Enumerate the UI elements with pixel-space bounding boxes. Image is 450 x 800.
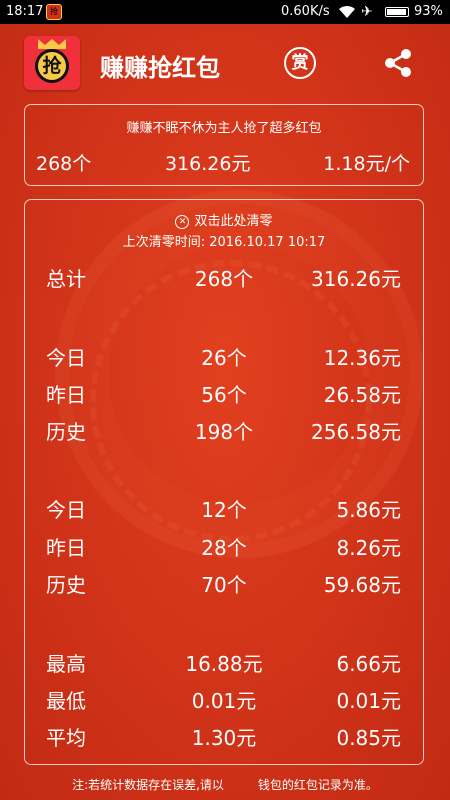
stats-row: 最高 16.88元 6.66元: [25, 648, 423, 678]
battery-icon: [385, 7, 409, 17]
airplane-mode-icon: ✈: [361, 4, 373, 20]
stats-row: 今日 12个 5.86元: [25, 494, 423, 524]
row-amount: 256.58元: [311, 420, 401, 444]
crown-icon: [38, 39, 66, 49]
row-amount: 26.58元: [323, 383, 401, 407]
grab-coin-icon: 抢: [35, 49, 69, 83]
footnote-after: 钱包的红包记录为准。: [257, 778, 378, 792]
close-circle-icon: ✕: [175, 214, 190, 229]
last-clear-value: 2016.10.17 10:17: [209, 235, 326, 250]
last-clear-time: 上次清零时间: 2016.10.17 10:17: [25, 231, 423, 250]
row-count: 26个: [201, 346, 247, 370]
row-value: 16.88元: [185, 652, 263, 676]
summary-amount: 316.26元: [165, 153, 251, 175]
app-logo: 抢: [24, 36, 80, 90]
row-label: 历史: [46, 420, 86, 444]
row-amount: 8.26元: [336, 536, 401, 560]
row-label: 历史: [46, 573, 86, 597]
network-speed: 0.60K/s: [281, 4, 330, 19]
app-bar: 抢 赚赚抢红包 赏: [0, 24, 450, 102]
stats-row: 昨日 56个 26.58元: [25, 379, 423, 409]
summary-count: 268个: [36, 153, 92, 175]
reward-button[interactable]: 赏: [284, 47, 316, 79]
row-amount: 5.86元: [336, 498, 401, 522]
row-value: 6.66元: [336, 652, 401, 676]
summary-caption: 赚赚不眠不休为主人抢了超多红包: [126, 121, 322, 136]
app-notification-icon: 抢: [46, 4, 62, 20]
row-label: 今日: [46, 498, 86, 522]
clear-stats-button[interactable]: ✕ 双击此处清零: [25, 210, 423, 229]
row-label: 昨日: [46, 383, 86, 407]
battery-fill: [387, 9, 406, 15]
stats-row: 历史 198个 256.58元: [25, 416, 423, 446]
stats-row: 昨日 28个 8.26元: [25, 532, 423, 562]
status-bar: 18:17 抢 0.60K/s ✈ 93%: [0, 0, 450, 24]
app-title: 赚赚抢红包: [100, 54, 220, 82]
share-icon: [385, 49, 411, 77]
row-count: 198个: [194, 420, 254, 444]
summary-average: 1.18元/个: [323, 153, 410, 175]
row-amount: 12.36元: [323, 346, 401, 370]
row-label: 平均: [46, 726, 86, 750]
row-count: 70个: [201, 573, 247, 597]
status-time: 18:17: [6, 4, 44, 19]
row-label: 最低: [46, 689, 86, 713]
row-label: 最高: [46, 652, 86, 676]
last-clear-label: 上次清零时间:: [122, 235, 206, 250]
row-amount: 316.26元: [311, 267, 401, 291]
row-count: 12个: [201, 498, 247, 522]
battery-percent: 93%: [414, 4, 443, 19]
stats-row: 平均 1.30元 0.85元: [25, 722, 423, 752]
row-value: 0.01元: [336, 689, 401, 713]
stats-row: 历史 70个 59.68元: [25, 569, 423, 599]
stats-panel: ✕ 双击此处清零 上次清零时间: 2016.10.17 10:17 总计 268个…: [24, 199, 424, 765]
footnote-before: 注:若统计数据存在误差,请以: [72, 778, 224, 792]
row-count: 28个: [201, 536, 247, 560]
row-amount: 59.68元: [323, 573, 401, 597]
clear-stats-label: 双击此处清零: [194, 214, 273, 229]
row-count: 268个: [194, 267, 254, 291]
summary-panel: 赚赚不眠不休为主人抢了超多红包 268个 316.26元 1.18元/个: [24, 104, 424, 186]
stats-row-total: 总计 268个 316.26元: [25, 263, 423, 293]
row-label: 今日: [46, 346, 86, 370]
footnote: 注:若统计数据存在误差,请以 钱包的红包记录为准。: [0, 776, 450, 793]
share-button[interactable]: [381, 46, 415, 80]
wifi-icon: [338, 0, 356, 24]
stats-row: 今日 26个 12.36元: [25, 342, 423, 372]
stats-row: 最低 0.01元 0.01元: [25, 685, 423, 715]
row-value: 0.01元: [191, 689, 257, 713]
row-value: 1.30元: [191, 726, 257, 750]
row-label: 总计: [46, 267, 86, 291]
row-value: 0.85元: [336, 726, 401, 750]
row-label: 昨日: [46, 536, 86, 560]
row-count: 56个: [201, 383, 247, 407]
